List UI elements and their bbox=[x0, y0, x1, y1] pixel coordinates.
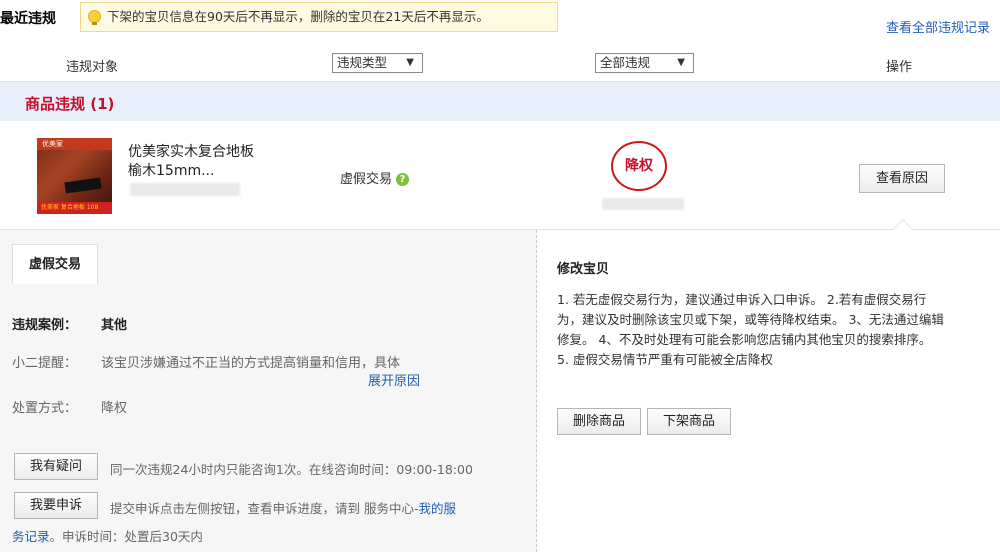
detail-pointer bbox=[893, 219, 913, 239]
blurred-text bbox=[130, 183, 240, 196]
violation-status-select[interactable]: 全部违规 ▼ bbox=[595, 53, 694, 73]
panel-divider bbox=[536, 230, 537, 552]
column-action: 操作 bbox=[886, 60, 913, 75]
blurred-text bbox=[602, 198, 684, 210]
appeal-button[interactable]: 我要申诉 bbox=[14, 492, 98, 519]
remind-value: 该宝贝涉嫌通过不正当的方式提高销量和信用，具体 bbox=[101, 356, 401, 371]
violation-type-select-value: 违规类型 bbox=[337, 55, 388, 70]
product-name-line2: 榆木15mm... bbox=[128, 163, 215, 179]
tab-violation-type[interactable]: 虚假交易 bbox=[12, 244, 98, 284]
thumbnail-product-shape bbox=[64, 177, 102, 194]
fix-item-instructions: 1. 若无虚假交易行为，建议通过申诉入口申诉。 2.若有虚假交易行为，建议及时删… bbox=[557, 292, 944, 367]
expand-reason-link[interactable]: 展开原因 bbox=[368, 370, 420, 389]
penalty-stamp: 降权 bbox=[611, 141, 667, 191]
page-title: 最近违规 bbox=[0, 11, 56, 27]
question-icon[interactable]: ? bbox=[396, 173, 410, 186]
violation-status-select-value: 全部违规 bbox=[600, 55, 651, 70]
column-header-row: 违规对象 违规类型 ▼ 全部违规 ▼ 操作 bbox=[0, 46, 1000, 80]
all-records-link[interactable]: 查看全部违规记录 bbox=[886, 17, 990, 36]
service-records-link[interactable]: 我的服 bbox=[419, 501, 457, 516]
case-label: 违规案例： bbox=[12, 318, 78, 333]
remind-label: 小二提醒： bbox=[12, 356, 78, 371]
violation-type-cell: 虚假交易? bbox=[340, 168, 410, 187]
violation-type-text: 虚假交易 bbox=[340, 172, 393, 187]
notice-text: 下架的宝贝信息在90天后不再显示，删除的宝贝在21天后不再显示。 bbox=[107, 9, 489, 24]
product-name-line1: 优美家实木复合地板 bbox=[128, 144, 254, 160]
lightbulb-icon bbox=[88, 10, 101, 25]
thumbnail-brand: 优美家 bbox=[37, 138, 112, 150]
notice-banner: 下架的宝贝信息在90天后不再显示，删除的宝贝在21天后不再显示。 bbox=[80, 2, 558, 32]
appeal-info: 提交申诉点击左侧按钮，查看申诉进度，请到 服务中心-我的服 bbox=[110, 498, 456, 517]
category-label: 商品违规 (1) bbox=[25, 95, 115, 113]
appeal-time-text: 。申诉时间：处置后30天内 bbox=[49, 529, 203, 544]
consult-info: 同一次违规24小时内只能咨询1次。在线咨询时间：09:00-18:00 bbox=[110, 462, 473, 477]
dropdown-arrow-icon: ▼ bbox=[406, 57, 414, 68]
delete-item-button[interactable]: 删除商品 bbox=[557, 408, 641, 435]
appeal-info-line2: 务记录。申诉时间：处置后30天内 bbox=[12, 526, 203, 545]
column-object: 违规对象 bbox=[66, 60, 119, 75]
service-records-link[interactable]: 务记录 bbox=[12, 529, 50, 544]
thumbnail-banner: 优美家 复合地板 108 bbox=[37, 202, 112, 214]
category-bar: 商品违规 (1) bbox=[0, 81, 1000, 121]
dropdown-arrow-icon: ▼ bbox=[677, 57, 685, 68]
view-reason-button[interactable]: 查看原因 bbox=[859, 164, 945, 193]
ask-question-button[interactable]: 我有疑问 bbox=[14, 453, 98, 480]
handle-label: 处置方式： bbox=[12, 401, 78, 416]
offshelf-item-button[interactable]: 下架商品 bbox=[647, 408, 731, 435]
violation-type-select[interactable]: 违规类型 ▼ bbox=[332, 53, 423, 73]
handle-value: 降权 bbox=[101, 401, 128, 416]
product-thumbnail[interactable]: 优美家 优美家 复合地板 108 bbox=[37, 138, 112, 214]
appeal-info-text: 提交申诉点击左侧按钮，查看申诉进度，请到 服务中心- bbox=[110, 501, 419, 516]
case-value: 其他 bbox=[101, 318, 128, 333]
product-name[interactable]: 优美家实木复合地板 榆木15mm... bbox=[128, 143, 288, 181]
fix-item-title: 修改宝贝 bbox=[557, 262, 610, 277]
